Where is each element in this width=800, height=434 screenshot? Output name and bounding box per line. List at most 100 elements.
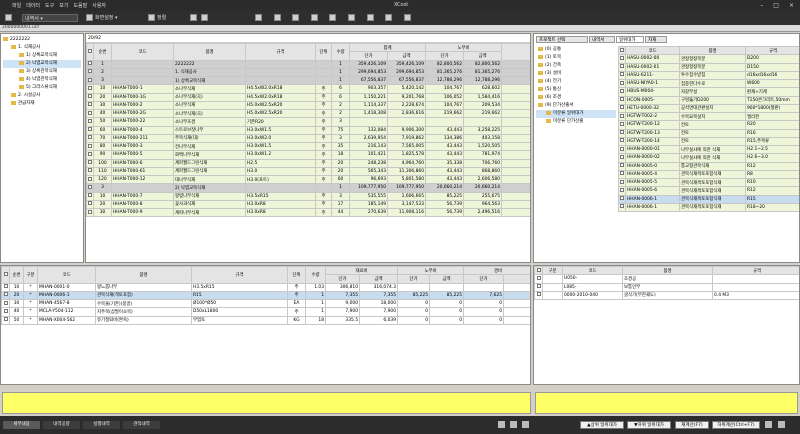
row-checkbox[interactable]	[88, 110, 92, 115]
minimize-icon[interactable]: –	[760, 2, 763, 9]
library-row[interactable]: HASU-NIYA0-1 집중한다수로 W600	[618, 78, 799, 89]
table-row[interactable]: 3 2) 낙엽교목식재 1 109,777,950 109,777,950 20,660,…	[86, 183, 530, 193]
library-tree-item[interactable]: (1) 토목	[536, 54, 616, 62]
row-checkbox[interactable]	[620, 187, 624, 192]
sub-calc-button[interactable]: 하위계산(Ctrl+F7)	[712, 421, 760, 429]
menu-view[interactable]: 보기	[59, 2, 68, 9]
row-checkbox[interactable]	[620, 105, 624, 110]
table-row[interactable]: 100 HHAN-T000-6 계피월드그린식재 H2.5 주 20 248,238 4,96…	[86, 158, 530, 168]
sort-button[interactable]: 정렬	[148, 14, 166, 22]
row-checkbox[interactable]	[88, 69, 92, 74]
tree-item[interactable]: 1. 식재공사	[3, 44, 81, 52]
tree-item[interactable]: 5) 그라스류식재	[3, 84, 81, 92]
copy-icon[interactable]	[292, 14, 300, 21]
library-tab-0[interactable]: 프로젝트 선택	[536, 36, 588, 43]
row-checkbox[interactable]	[88, 168, 92, 173]
refresh-icon[interactable]	[385, 14, 393, 21]
row-checkbox[interactable]	[88, 127, 92, 132]
open-button[interactable]	[5, 14, 14, 22]
library-tab-2[interactable]: 일위대가	[616, 36, 644, 43]
tree-item[interactable]: 2. 시설공사	[3, 92, 81, 100]
tree-item[interactable]: 3) 상록관목식재	[3, 68, 81, 76]
library-row[interactable]: HHAN-0005-6 관목식재객토포함식재 R12	[618, 186, 799, 196]
row-checkbox[interactable]	[3, 317, 8, 322]
detail-row[interactable]: 50 * MHAN-X004-562 유기질퇴비(완숙) 부엽토 KG 18 335.5 6,0…	[1, 315, 530, 325]
library-row[interactable]: HGTW-T200-14 전토 R15,주목류	[618, 136, 799, 147]
table-row[interactable]: 110 HHAN-T000-61 계피월드그린식재 H3.0 주 20 565,343 11,…	[86, 166, 530, 177]
row-checkbox[interactable]	[88, 102, 92, 107]
library-row[interactable]: HHAN-0000-01 나무실사에 의한 식재 H2.1~2.5	[618, 144, 799, 155]
down-level-button[interactable]: ▼하위 일위대가	[627, 421, 671, 429]
row-checkbox[interactable]	[536, 292, 541, 297]
table-row[interactable]: 20 HHAN-T000-8 꽃사과식재 H3.0xR8 주 17 185,149 3,147…	[86, 199, 530, 210]
table-row[interactable]: 120 HHAN-T000-12 대나무식재 H3.0(포트) 주 60 96,693 5,8…	[86, 174, 530, 185]
library-row[interactable]: HGTW-T200-13 전토 R16	[618, 128, 799, 138]
recalc-button[interactable]: 재계산(F7)	[675, 421, 709, 429]
menu-data[interactable]: 데이터	[26, 2, 40, 9]
row-checkbox[interactable]	[620, 113, 624, 118]
detail-row[interactable]: 30 * MHAN-4567-8 수목울(기존)(몽골) Ø100*Ø50 EA 1 9,00…	[1, 298, 530, 309]
tree-item[interactable]: 2222222	[3, 36, 81, 44]
detail-row[interactable]: 10 * MHAN-0001-0 왕느릅나무 H3.5xR15 주 1.03 306,810 3…	[1, 282, 530, 292]
library-row[interactable]: HGTW-T002-2 수목묘목설치 엘리펀	[618, 111, 799, 122]
row-checkbox[interactable]	[620, 204, 624, 209]
library-tree-item[interactable]: 미분류 일위대가	[536, 110, 616, 118]
row-checkbox[interactable]	[88, 135, 92, 140]
save-icon[interactable]	[778, 421, 785, 428]
tree-item[interactable]: 4) 낙엽관목식재	[3, 76, 81, 84]
library-detail-row[interactable]: 0000-2010-040 굴삭기(무한궤도) 0.4 M3	[534, 290, 799, 301]
library-tree-item[interactable]: (3) 설비	[536, 70, 616, 78]
library-tab-1[interactable]: 내역서	[589, 36, 615, 43]
library-row[interactable]: HHAN-0005-4 관목식재객토포함식재 R8	[618, 169, 799, 180]
row-checkbox[interactable]	[88, 151, 92, 156]
bottom-tab-2[interactable]: 실행내역	[83, 421, 120, 429]
library-tree-item[interactable]: (4) 전기	[536, 78, 616, 86]
library-row[interactable]: HETU-0000-32 공석면대관판설치 900*1800(철판)	[618, 103, 799, 114]
library-tab-3[interactable]: 자재	[645, 36, 667, 43]
table-row[interactable]: 40 HHAN-T000-2G 소나무식재(곡) H5.0xW2.5xR20 주 2 1,4…	[86, 108, 530, 119]
table-row[interactable]: 30 HHAN-T000-9 계피나무식재 H3.0xR8 주 44 270,639 11,9…	[86, 207, 530, 218]
library-tree-item[interactable]: 미분류 단가산출	[536, 118, 616, 126]
print-icon[interactable]	[190, 14, 197, 21]
row-checkbox[interactable]	[88, 160, 92, 165]
excel-icon[interactable]	[255, 14, 262, 21]
tree-item[interactable]: 1) 상록교목식재	[3, 52, 81, 60]
row-checkbox[interactable]	[620, 64, 624, 69]
menu-tools[interactable]: 도구	[45, 2, 54, 9]
row-checkbox[interactable]	[620, 163, 624, 168]
calc-icon[interactable]	[200, 14, 208, 21]
memo-area-right[interactable]	[535, 392, 798, 414]
library-row[interactable]: HASU-0002-01 관정형정목분 D150	[618, 62, 799, 72]
table-row[interactable]: 20 HHAN-T000-1G 소나무식재(곡) H4.5xW2.0xR18 주 6 1,1…	[86, 92, 530, 102]
menu-file[interactable]: 파일	[12, 2, 21, 9]
row-checkbox[interactable]	[620, 138, 624, 143]
library-row[interactable]: HHAN-0006-1 관목식재객토포함식재 R18~20	[618, 202, 799, 213]
library-row[interactable]: HBUS-M004- 자갈부설 판재+기계	[618, 87, 799, 97]
row-checkbox[interactable]	[620, 97, 624, 102]
table-row[interactable]: 2 1. 식재공사 1 299,694,853 299,694,853 81,365,27…	[86, 67, 530, 78]
export-icon[interactable]	[366, 14, 374, 21]
library-tree-item[interactable]: (0) 공통	[536, 46, 616, 54]
print-icon[interactable]	[765, 421, 772, 428]
row-checkbox[interactable]	[620, 130, 624, 135]
library-row[interactable]: HASU-0002-00 관정형정목분 D200	[618, 54, 799, 64]
row-checkbox[interactable]	[620, 154, 624, 159]
lock-icon[interactable]	[403, 14, 411, 21]
close-icon[interactable]: ×	[789, 2, 794, 9]
table-row[interactable]: 10 HHAN-T000-7 왕벚나무식재 H3.5xR15 주 3 535,555 1,60…	[86, 191, 530, 201]
row-checkbox[interactable]	[620, 55, 624, 60]
row-checkbox[interactable]	[3, 284, 8, 289]
row-checkbox[interactable]	[88, 118, 92, 123]
row-checkbox[interactable]	[620, 121, 624, 126]
table-row[interactable]: 10 HHAN-T000-1 소나무식재 H4.5xW2.0xR18 주 6 903,357…	[86, 84, 530, 94]
bottom-tab-3[interactable]: 견적내역	[123, 421, 160, 429]
row-checkbox[interactable]	[88, 85, 92, 90]
row-checkbox[interactable]	[88, 77, 92, 82]
table-row[interactable]: 90 HHAN-T000-5 화백나무식재 H3.0xW1.2 주 18 101,421 1,…	[86, 150, 530, 160]
table-row[interactable]: 1 2222222 1 359,426,109 359,426,109 82,800,56…	[86, 59, 530, 69]
book-icon[interactable]	[310, 14, 318, 21]
library-row[interactable]: HHAN-0005-5 관목식재객토포함식재 R10	[618, 177, 799, 188]
save-icon[interactable]	[510, 421, 517, 428]
row-checkbox[interactable]	[620, 146, 624, 151]
row-checkbox[interactable]	[88, 61, 92, 66]
